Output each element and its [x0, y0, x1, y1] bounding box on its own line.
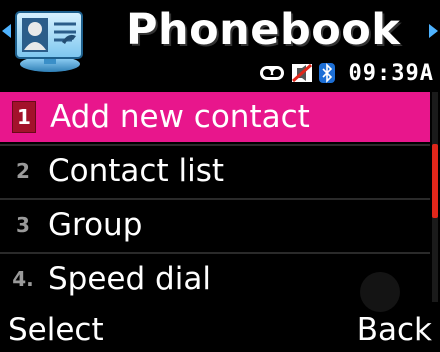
menu-item-number: 3 [16, 213, 30, 237]
watermark-logo [360, 272, 400, 312]
menu-item-add-new-contact[interactable]: 1 Add new contact [0, 92, 430, 142]
menu-item-number: 4. [12, 267, 34, 291]
menu-item-label: Add new contact [50, 99, 310, 135]
select-softkey[interactable]: Select [8, 312, 104, 348]
menu-item-label: Group [48, 207, 143, 243]
menu-item-number: 2 [16, 159, 30, 183]
header: Phonebook 09:39A [0, 0, 440, 90]
menu-item-group[interactable]: 3 Group [0, 200, 430, 250]
menu-item-label: Speed dial [48, 261, 211, 297]
silent-mode-icon [291, 63, 312, 83]
status-bar: 09:39A [259, 60, 434, 86]
back-softkey[interactable]: Back [357, 312, 432, 348]
phonebook-app-icon [15, 11, 83, 72]
clock: 09:39A [348, 60, 434, 86]
scrollbar-thumb[interactable] [432, 144, 438, 218]
voicemail-icon [259, 66, 284, 80]
menu-item-label: Contact list [48, 153, 224, 189]
page-title: Phonebook [126, 5, 401, 55]
nav-right-arrow-icon[interactable] [429, 24, 438, 38]
menu-item-contact-list[interactable]: 2 Contact list [0, 146, 430, 196]
bluetooth-icon [318, 63, 335, 83]
menu-item-number: 1 [12, 101, 36, 133]
softkey-bar: Select Back [0, 272, 440, 352]
